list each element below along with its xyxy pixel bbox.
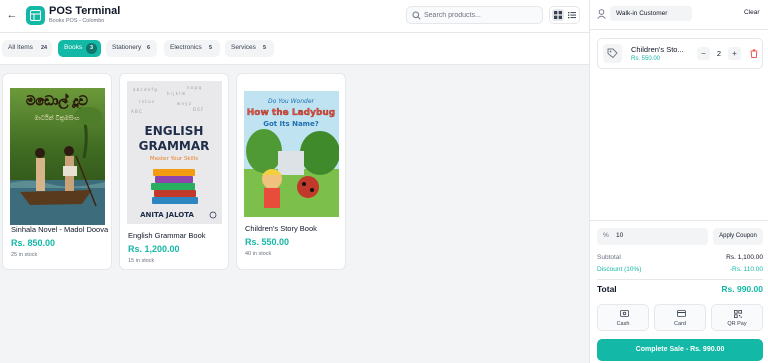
- percent-icon: %: [603, 232, 609, 239]
- category-label: All Items: [8, 44, 33, 51]
- order-summary: % 10 Apply Coupon Subtotal Rs. 1,100.00 …: [590, 220, 768, 363]
- category-count: 3: [86, 43, 97, 54]
- product-price: Rs. 550.00: [245, 237, 290, 247]
- category-all-items[interactable]: All Items 24: [2, 40, 52, 57]
- products-pane: ← POS Terminal Books POS - Colombo All I…: [0, 0, 589, 363]
- category-books[interactable]: Books 3: [58, 40, 101, 57]
- search-input[interactable]: [424, 9, 539, 21]
- cart-item: Children's Sto... Rs. 550.00 − 2 +: [597, 38, 763, 69]
- trash-icon[interactable]: [750, 49, 758, 58]
- app-title: POS Terminal: [49, 5, 121, 17]
- cover-line2: How the Ladybug: [247, 108, 336, 118]
- product-card-english-grammar[interactable]: a b c d e f g h i j k l mn o p q r s t u …: [119, 73, 229, 270]
- grid-view-button[interactable]: [552, 9, 564, 21]
- qr-code-icon: [734, 310, 742, 318]
- product-name: English Grammar Book: [128, 231, 206, 240]
- user-icon: [597, 9, 606, 19]
- svg-text:w x y z: w x y z: [177, 101, 191, 106]
- category-electronics[interactable]: Electronics 5: [164, 40, 220, 57]
- search-icon: [412, 11, 421, 20]
- increase-qty-button[interactable]: +: [728, 47, 741, 60]
- top-header: ← POS Terminal Books POS - Colombo: [0, 0, 589, 33]
- list-icon: [568, 12, 576, 19]
- pay-method-label: Card: [674, 321, 686, 327]
- view-toggle: [549, 6, 580, 24]
- apply-coupon-button[interactable]: Apply Coupon: [713, 228, 763, 245]
- product-name: Sinhala Novel - Madol Doova: [11, 225, 109, 234]
- category-label: Electronics: [170, 44, 202, 51]
- subtotal-label: Subtotal: [597, 254, 621, 261]
- credit-card-icon: [677, 310, 686, 317]
- discount-label: Discount (10%): [597, 266, 642, 273]
- product-stock: 40 in stock: [245, 251, 272, 257]
- category-bar: All Items 24 Books 3 Stationery 6 Electr…: [0, 33, 589, 65]
- svg-text:a b c d e f g: a b c d e f g: [133, 87, 157, 92]
- svg-text:D E F: D E F: [193, 107, 204, 112]
- cover-tagline: Master Your Skills: [150, 156, 198, 162]
- category-label: Services: [231, 44, 256, 51]
- total-value: Rs. 990.00: [721, 284, 763, 294]
- category-count: 5: [262, 45, 267, 51]
- cover-line1: Do You Wonder: [268, 98, 314, 105]
- customer-row: Walk-in Customer Clear: [590, 0, 768, 30]
- decrease-qty-button[interactable]: −: [697, 47, 710, 60]
- product-price: Rs. 850.00: [11, 238, 56, 248]
- discount-value: -Rs. 110.00: [729, 266, 763, 273]
- product-stock: 25 in stock: [11, 252, 38, 258]
- cover-author: ANITA JALOTA: [140, 211, 194, 219]
- book-cover-image: මඩොල් දූව මාර්ටින් වික්‍රමසිංහ: [10, 88, 105, 225]
- category-count: 6: [146, 45, 151, 51]
- svg-text:h i j k l m: h i j k l m: [167, 91, 186, 96]
- category-services[interactable]: Services 5: [225, 40, 274, 57]
- book-cover-image: Do You Wonder How the Ladybug Got Its Na…: [244, 91, 339, 217]
- pay-card-button[interactable]: Card: [654, 304, 706, 331]
- book-cover-image: a b c d e f g h i j k l mn o p q r s t u …: [127, 81, 222, 224]
- product-card-madol-doova[interactable]: මඩොල් දූව මාර්ටින් වික්‍රමසිංහ Sinhala N…: [2, 73, 112, 270]
- cover-author-text: මාර්ටින් වික්‍රමසිංහ: [34, 114, 79, 123]
- category-label: Stationery: [112, 44, 142, 51]
- category-count: 5: [208, 45, 213, 51]
- cash-icon: [620, 310, 629, 317]
- store-subtitle: Books POS - Colombo: [49, 18, 105, 24]
- product-card-childrens-story[interactable]: Do You Wonder How the Ladybug Got Its Na…: [236, 73, 346, 270]
- cover-title-line2: GRAMMAR: [139, 139, 210, 153]
- product-price: Rs. 1,200.00: [128, 244, 180, 254]
- coupon-value: 10: [616, 232, 624, 239]
- svg-text:n o p q: n o p q: [187, 85, 201, 90]
- cover-title-text: මඩොල් දූව: [26, 92, 88, 110]
- subtotal-value: Rs. 1,100.00: [726, 254, 763, 261]
- summary-divider: [597, 279, 763, 280]
- total-label: Total: [597, 284, 617, 294]
- list-view-button[interactable]: [566, 9, 578, 21]
- cart-item-price: Rs. 550.00: [631, 56, 661, 62]
- svg-text:A B C: A B C: [131, 109, 142, 114]
- customer-select[interactable]: Walk-in Customer: [610, 6, 692, 21]
- pay-method-label: QR Pay: [727, 321, 747, 327]
- tag-icon: [603, 44, 622, 63]
- pay-qr-button[interactable]: QR Pay: [711, 304, 763, 331]
- complete-sale-button[interactable]: Complete Sale - Rs. 990.00: [597, 339, 763, 361]
- cover-title-line1: ENGLISH: [145, 124, 204, 138]
- cart-item-name: Children's Sto...: [631, 45, 684, 54]
- clear-cart-button[interactable]: Clear: [744, 9, 760, 16]
- search-box[interactable]: [406, 6, 543, 24]
- category-label: Books: [64, 44, 83, 51]
- category-stationery[interactable]: Stationery 6: [106, 40, 157, 57]
- cart-pane: Walk-in Customer Clear Children's Sto...…: [589, 0, 768, 363]
- app-logo-icon: [26, 6, 45, 25]
- coupon-input[interactable]: % 10: [597, 228, 708, 245]
- pay-cash-button[interactable]: Cash: [597, 304, 649, 331]
- back-arrow-icon[interactable]: ←: [6, 9, 18, 21]
- svg-text:r s t u v: r s t u v: [139, 99, 155, 104]
- category-count: 24: [41, 45, 48, 51]
- grid-icon: [554, 11, 562, 19]
- cover-line3: Got Its Name?: [263, 120, 319, 128]
- product-name: Children's Story Book: [245, 224, 317, 233]
- pay-method-label: Cash: [616, 321, 630, 327]
- cart-item-qty: 2: [716, 49, 722, 58]
- product-stock: 15 in stock: [128, 258, 155, 264]
